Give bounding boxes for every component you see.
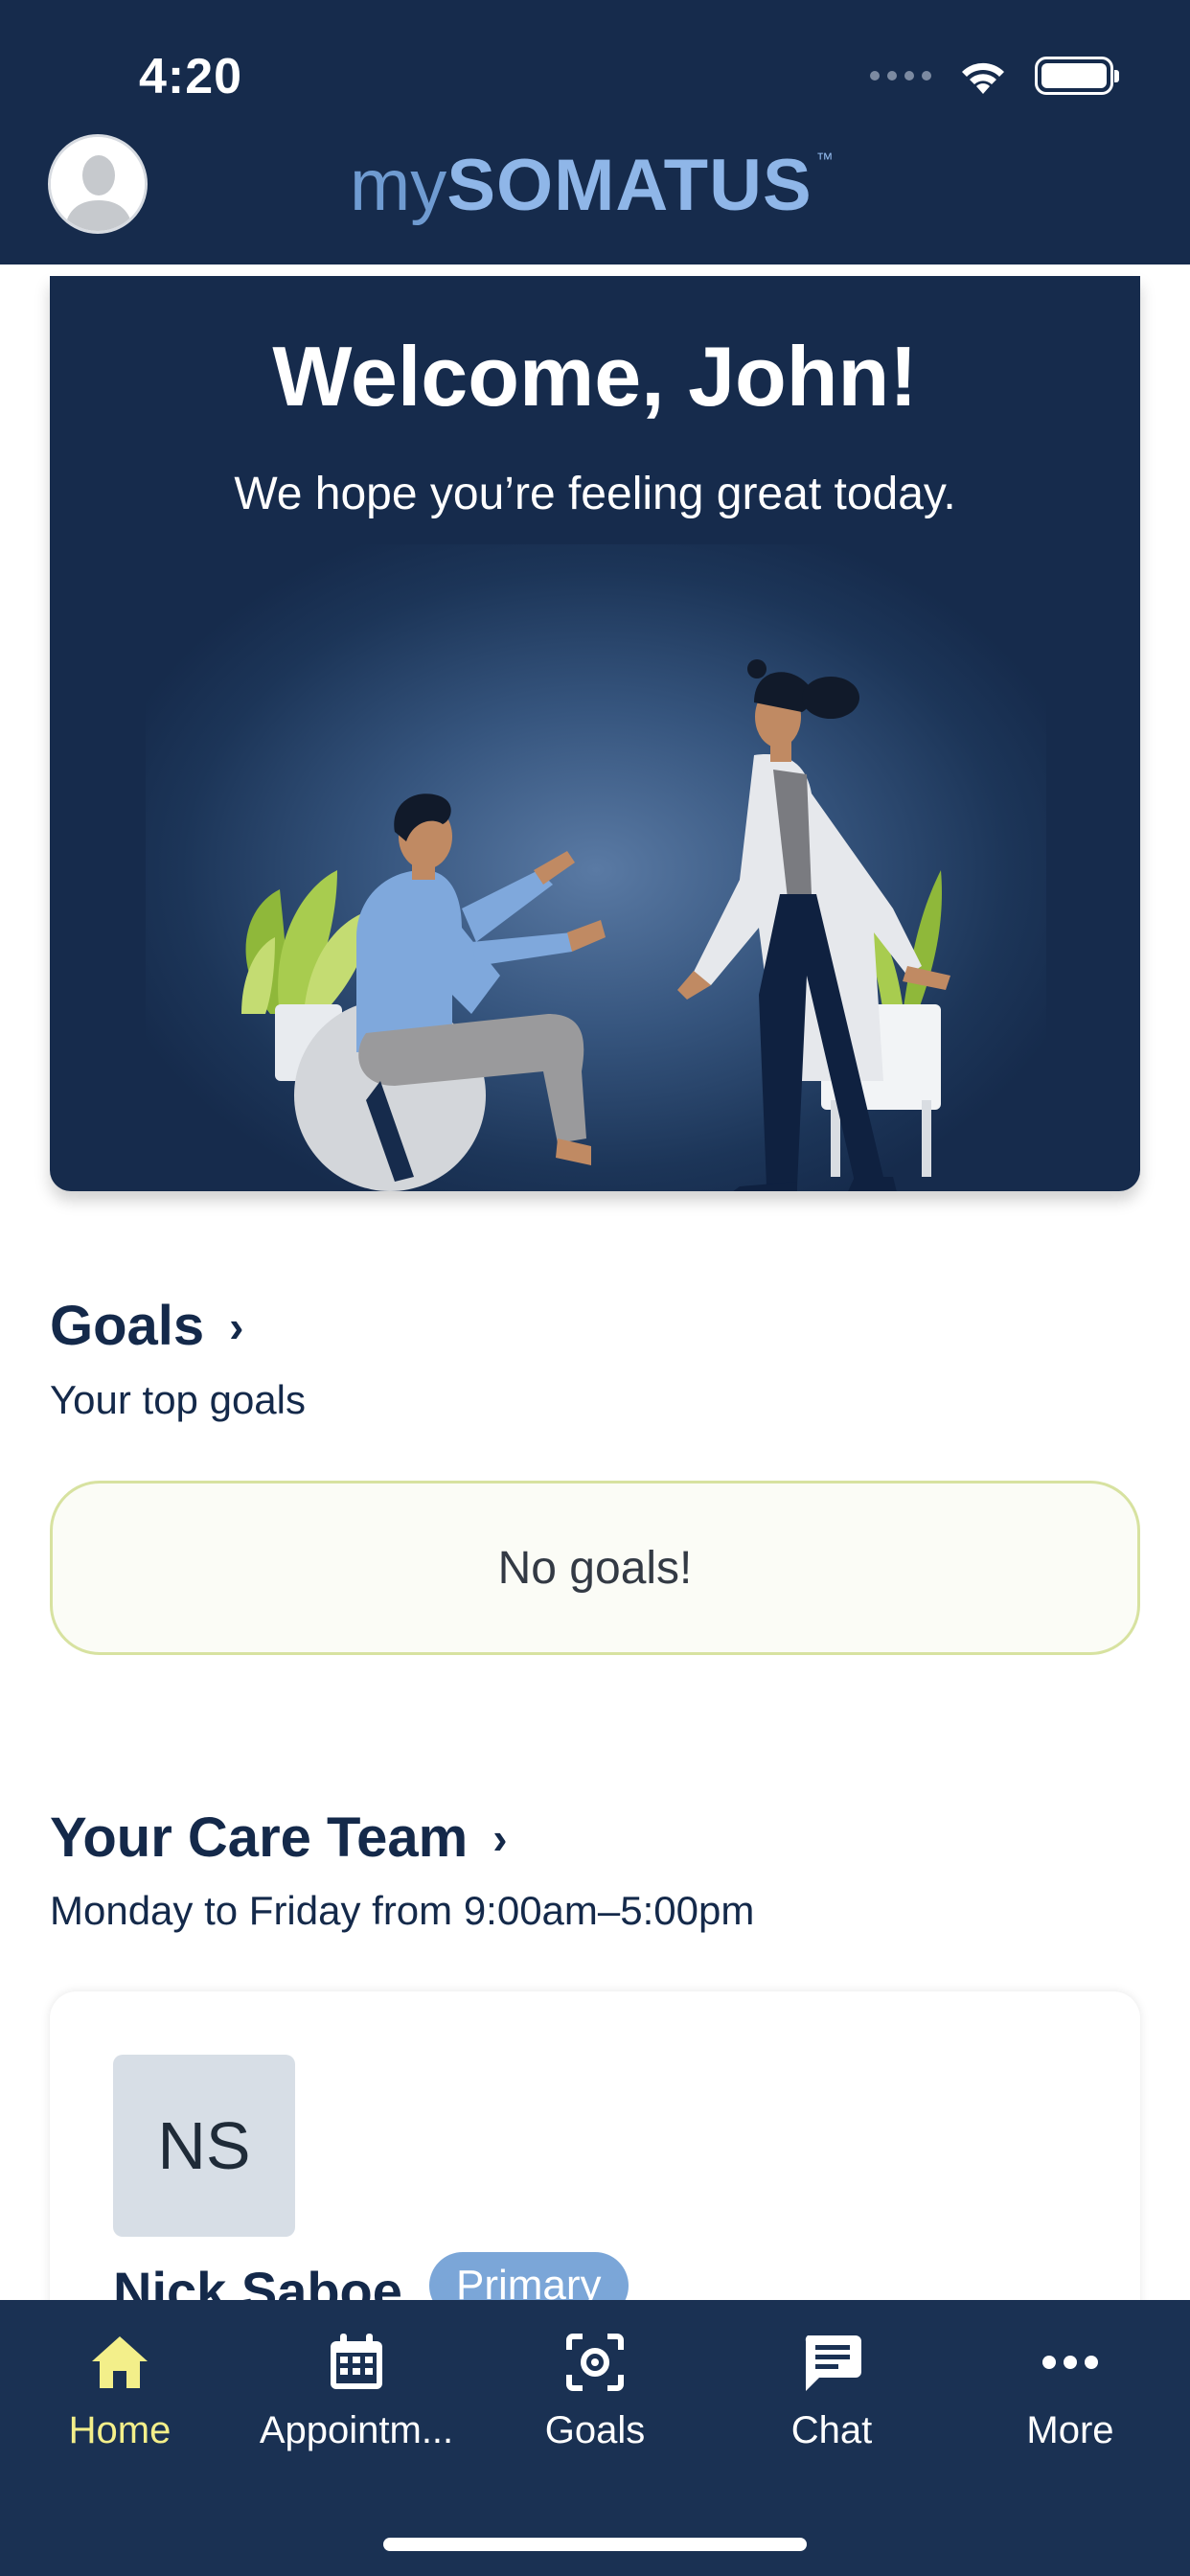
goals-section-link[interactable]: Goals › (50, 1294, 244, 1358)
member-initials-avatar: NS (113, 2055, 295, 2237)
goals-empty-state: No goals! (50, 1481, 1140, 1655)
nav-label-goals: Goals (544, 2409, 646, 2451)
nav-label-more: More (1026, 2409, 1114, 2451)
nav-label-chat: Chat (790, 2409, 873, 2451)
cellular-signal-icon (870, 71, 931, 80)
home-icon (86, 2329, 153, 2396)
care-team-title: Your Care Team (50, 1806, 469, 1869)
care-team-section-link[interactable]: Your Care Team › (50, 1806, 508, 1870)
doctor-figure (677, 659, 950, 1191)
welcome-subtitle: We hope you’re feeling great today. (234, 469, 956, 519)
chevron-right-icon: › (229, 1300, 244, 1351)
nav-tab-appointments[interactable]: Appointm... (246, 2329, 467, 2452)
more-icon (1037, 2329, 1104, 2396)
chat-icon (798, 2329, 865, 2396)
profile-avatar[interactable] (48, 134, 148, 234)
mysomatus-logo: my SOMATUS ™ (350, 145, 834, 226)
chevron-right-icon: › (492, 1812, 508, 1863)
goals-subtitle: Your top goals (50, 1377, 306, 1422)
nav-label-home: Home (68, 2409, 172, 2451)
nav-label-appointments: Appointm... (259, 2409, 454, 2451)
app-header: 4:20 my SOMATUS ™ (0, 0, 1190, 264)
patient-doctor-illustration (241, 659, 950, 1191)
nav-tab-more[interactable]: More (960, 2329, 1180, 2452)
status-icons (870, 56, 1119, 96)
target-icon (561, 2329, 629, 2396)
welcome-title: Welcome, John! (272, 329, 918, 424)
calendar-icon (323, 2329, 390, 2396)
nav-tab-home[interactable]: Home (10, 2329, 230, 2452)
status-time: 4:20 (139, 49, 243, 104)
care-team-hours: Monday to Friday from 9:00am–5:00pm (50, 1888, 755, 1933)
goals-title: Goals (50, 1295, 205, 1357)
nav-tab-chat[interactable]: Chat (721, 2329, 942, 2452)
wifi-icon (962, 62, 1004, 94)
header-divider (0, 264, 1190, 274)
user-silhouette-icon (51, 137, 145, 231)
nav-tab-goals[interactable]: Goals (485, 2329, 705, 2452)
home-indicator[interactable] (383, 2538, 807, 2551)
bottom-nav-bar: Home Appointm... Goals Chat More (0, 2300, 1190, 2576)
goals-empty-text: No goals! (497, 1542, 693, 1594)
battery-icon (1035, 57, 1119, 95)
welcome-card: Welcome, John! We hope you’re feeling gr… (50, 276, 1140, 1191)
